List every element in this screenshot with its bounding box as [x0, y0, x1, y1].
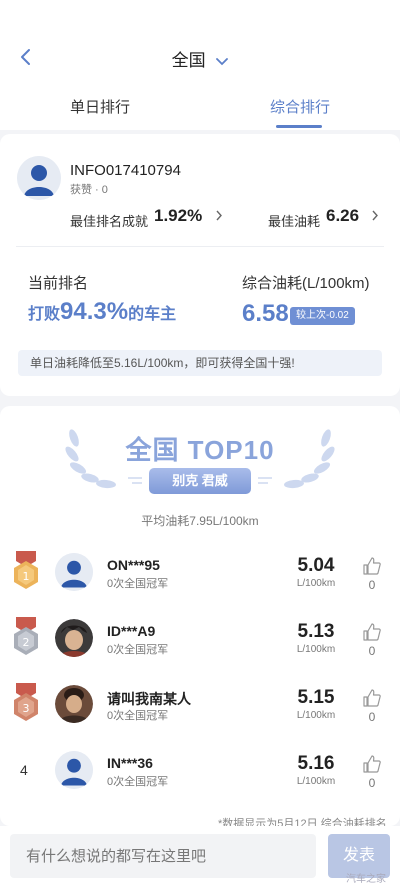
rank-champion-count: 0次全国冠军: [107, 776, 169, 788]
rank-fuel-unit: L/100km: [296, 644, 336, 655]
rank-number: 4: [20, 762, 28, 778]
divider: [16, 246, 384, 247]
rank-fuel-value: 5.13: [297, 621, 335, 642]
default-avatar-icon: [17, 156, 61, 200]
tab-overall-ranking[interactable]: 综合排行: [270, 96, 330, 117]
beat-value: 94.3%: [60, 298, 129, 325]
chevron-right-icon[interactable]: [215, 209, 223, 222]
svg-text:3: 3: [23, 702, 30, 715]
current-rank-label: 当前排名: [28, 275, 89, 292]
user-photo-avatar: [55, 619, 93, 657]
best-fuel-label: 最佳油耗: [268, 214, 321, 229]
avatar[interactable]: [17, 156, 61, 200]
beat-prefix: 打败: [28, 306, 61, 323]
default-avatar-icon: [55, 751, 93, 789]
thumbs-up-icon[interactable]: [362, 688, 382, 708]
thumbs-up-icon[interactable]: [362, 556, 382, 576]
deco-lines-icon: [258, 477, 272, 484]
rank-champion-count: 0次全国冠军: [107, 644, 169, 656]
like-count: 0: [368, 578, 376, 592]
rank-name: ID***A9: [107, 623, 156, 639]
best-fuel-value: 6.26: [326, 206, 360, 225]
tab-daily-ranking[interactable]: 单日排行: [70, 96, 130, 117]
default-avatar-icon: [55, 553, 93, 591]
rank-name: 请叫我南某人: [107, 691, 191, 707]
tip-banner: 单日油耗降低至5.16L/100km，即可获得全国十强!: [18, 350, 382, 376]
active-tab-indicator: [276, 125, 322, 128]
rank-champion-count: 0次全国冠军: [107, 710, 169, 722]
rank-champion-count: 0次全国冠军: [107, 578, 169, 590]
rank-fuel-unit: L/100km: [296, 578, 336, 589]
rank-fuel-value: 5.16: [297, 753, 335, 774]
thumbs-up-icon[interactable]: [362, 622, 382, 642]
overall-fuel-label: 综合油耗(L/100km): [242, 275, 370, 292]
overall-fuel-value: 6.58: [242, 300, 289, 327]
like-count: 0: [368, 710, 376, 724]
best-rank-value: 1.92%: [154, 206, 203, 225]
avatar[interactable]: [55, 553, 93, 591]
username: INFO017410794: [70, 162, 181, 179]
header: 全国 单日排行 综合排行: [0, 0, 400, 130]
rank-fuel-value: 5.15: [297, 687, 335, 708]
comment-input[interactable]: [10, 834, 316, 878]
rank-fuel-unit: L/100km: [296, 710, 336, 721]
bronze-medal-icon: 3: [14, 683, 38, 721]
region-selector[interactable]: 全国: [0, 46, 400, 71]
watermark: 汽车之家: [346, 874, 386, 885]
car-model-badge: 别克 君威: [149, 468, 251, 494]
silver-medal-icon: 2: [14, 617, 38, 655]
average-fuel: 平均油耗7.95L/100km: [141, 514, 259, 528]
deco-lines-icon: [128, 477, 142, 484]
rank-fuel-value: 5.04: [297, 555, 335, 576]
compare-badge: 较上次-0.02: [290, 307, 355, 325]
best-rank-label: 最佳排名成就: [70, 214, 149, 229]
rank-fuel-unit: L/100km: [296, 776, 336, 787]
like-count: 0: [368, 776, 376, 790]
chevron-down-icon: [216, 57, 229, 65]
rank-name: IN***36: [107, 755, 153, 771]
svg-text:2: 2: [23, 636, 30, 649]
svg-text:1: 1: [23, 570, 30, 583]
beat-suffix: 的车主: [128, 306, 177, 323]
likes-count: 获赞 · 0: [70, 184, 108, 196]
chevron-right-icon[interactable]: [371, 209, 379, 222]
gold-medal-icon: 1: [14, 551, 38, 589]
thumbs-up-icon[interactable]: [362, 754, 382, 774]
beat-percentage: 打败94.3%的车主: [28, 298, 176, 326]
region-label: 全国: [171, 51, 206, 70]
rank-name: ON***95: [107, 557, 160, 573]
like-count: 0: [368, 644, 376, 658]
avatar[interactable]: [55, 751, 93, 789]
avatar[interactable]: [55, 619, 93, 657]
top10-title: 全国 TOP10: [125, 435, 275, 465]
avatar[interactable]: [55, 685, 93, 723]
user-photo-avatar: [55, 685, 93, 723]
